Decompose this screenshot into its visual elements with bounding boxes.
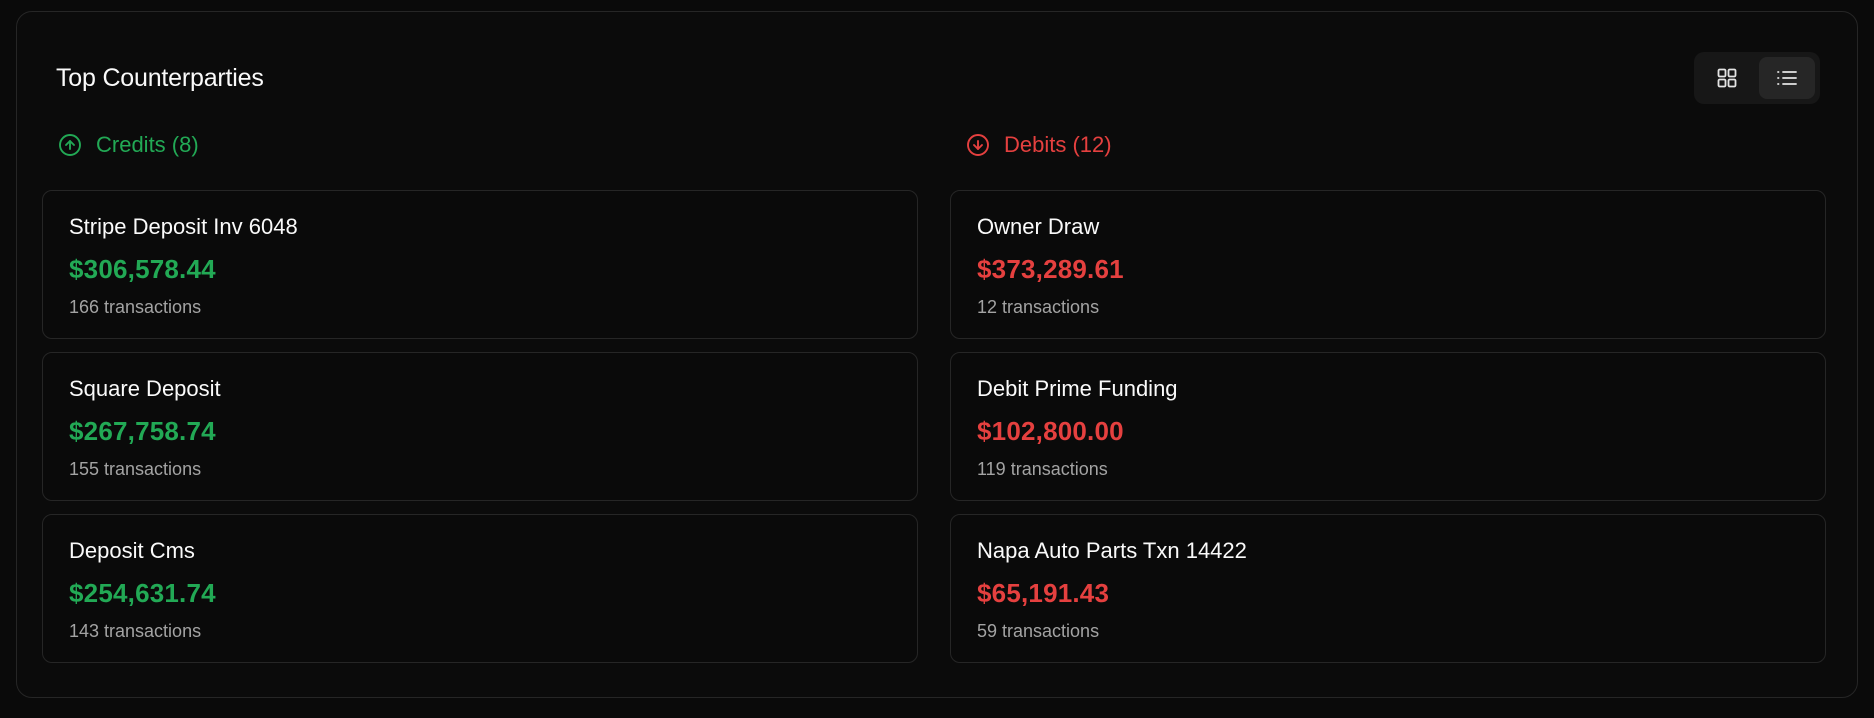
panel-title: Top Counterparties — [56, 64, 264, 92]
arrow-down-circle-icon — [966, 133, 990, 157]
transaction-count: 166 transactions — [69, 297, 202, 317]
transaction-count: 119 transactions — [977, 459, 1108, 479]
counterparty-amount: $373,289.61 — [977, 254, 1124, 284]
arrow-up-circle-icon — [58, 133, 82, 157]
credits-list: Stripe Deposit Inv 6048 $306,578.44 166 … — [42, 190, 918, 663]
counterparty-name: Deposit Cms — [69, 538, 195, 563]
transaction-count: 155 transactions — [69, 459, 202, 479]
transaction-count: 12 transactions — [977, 297, 1100, 317]
counterparty-card[interactable]: Stripe Deposit Inv 6048 $306,578.44 166 … — [42, 190, 918, 339]
counterparty-amount: $267,758.74 — [69, 416, 216, 446]
counterparty-amount: $306,578.44 — [69, 254, 216, 284]
credits-header: Credits (8) — [58, 130, 918, 160]
grid-view-button[interactable] — [1699, 57, 1755, 99]
counterparty-card[interactable]: Square Deposit $267,758.74 155 transacti… — [42, 352, 918, 501]
debits-header: Debits (12) — [966, 130, 1826, 160]
view-toggle — [1694, 52, 1820, 104]
debits-column: Debits (12) Owner Draw $373,289.61 12 tr… — [950, 130, 1826, 663]
list-icon — [1777, 71, 1797, 85]
credits-column: Credits (8) Stripe Deposit Inv 6048 $306… — [42, 130, 918, 663]
counterparty-card[interactable]: Owner Draw $373,289.61 12 transactions — [950, 190, 1826, 339]
debits-list: Owner Draw $373,289.61 12 transactions D… — [950, 190, 1826, 663]
debits-label: Debits (12) — [1004, 132, 1112, 157]
counterparty-name: Napa Auto Parts Txn 14422 — [977, 538, 1247, 563]
counterparty-card[interactable]: Napa Auto Parts Txn 14422 $65,191.43 59 … — [950, 514, 1826, 663]
counterparty-amount: $65,191.43 — [977, 578, 1110, 608]
transaction-count: 59 transactions — [977, 621, 1100, 641]
credits-label: Credits (8) — [96, 132, 199, 157]
counterparty-card[interactable]: Debit Prime Funding $102,800.00 119 tran… — [950, 352, 1826, 501]
counterparty-name: Stripe Deposit Inv 6048 — [69, 214, 298, 239]
top-counterparties-panel: Top Counterparties Credits (8) Stripe De… — [16, 11, 1858, 698]
counterparty-name: Debit Prime Funding — [977, 376, 1178, 401]
counterparty-name: Square Deposit — [69, 376, 221, 401]
grid-icon — [1717, 68, 1737, 88]
counterparty-amount: $102,800.00 — [977, 416, 1124, 446]
list-view-button[interactable] — [1759, 57, 1815, 99]
transaction-count: 143 transactions — [69, 621, 202, 641]
counterparty-amount: $254,631.74 — [69, 578, 216, 608]
counterparty-card[interactable]: Deposit Cms $254,631.74 143 transactions — [42, 514, 918, 663]
counterparty-name: Owner Draw — [977, 214, 1100, 239]
